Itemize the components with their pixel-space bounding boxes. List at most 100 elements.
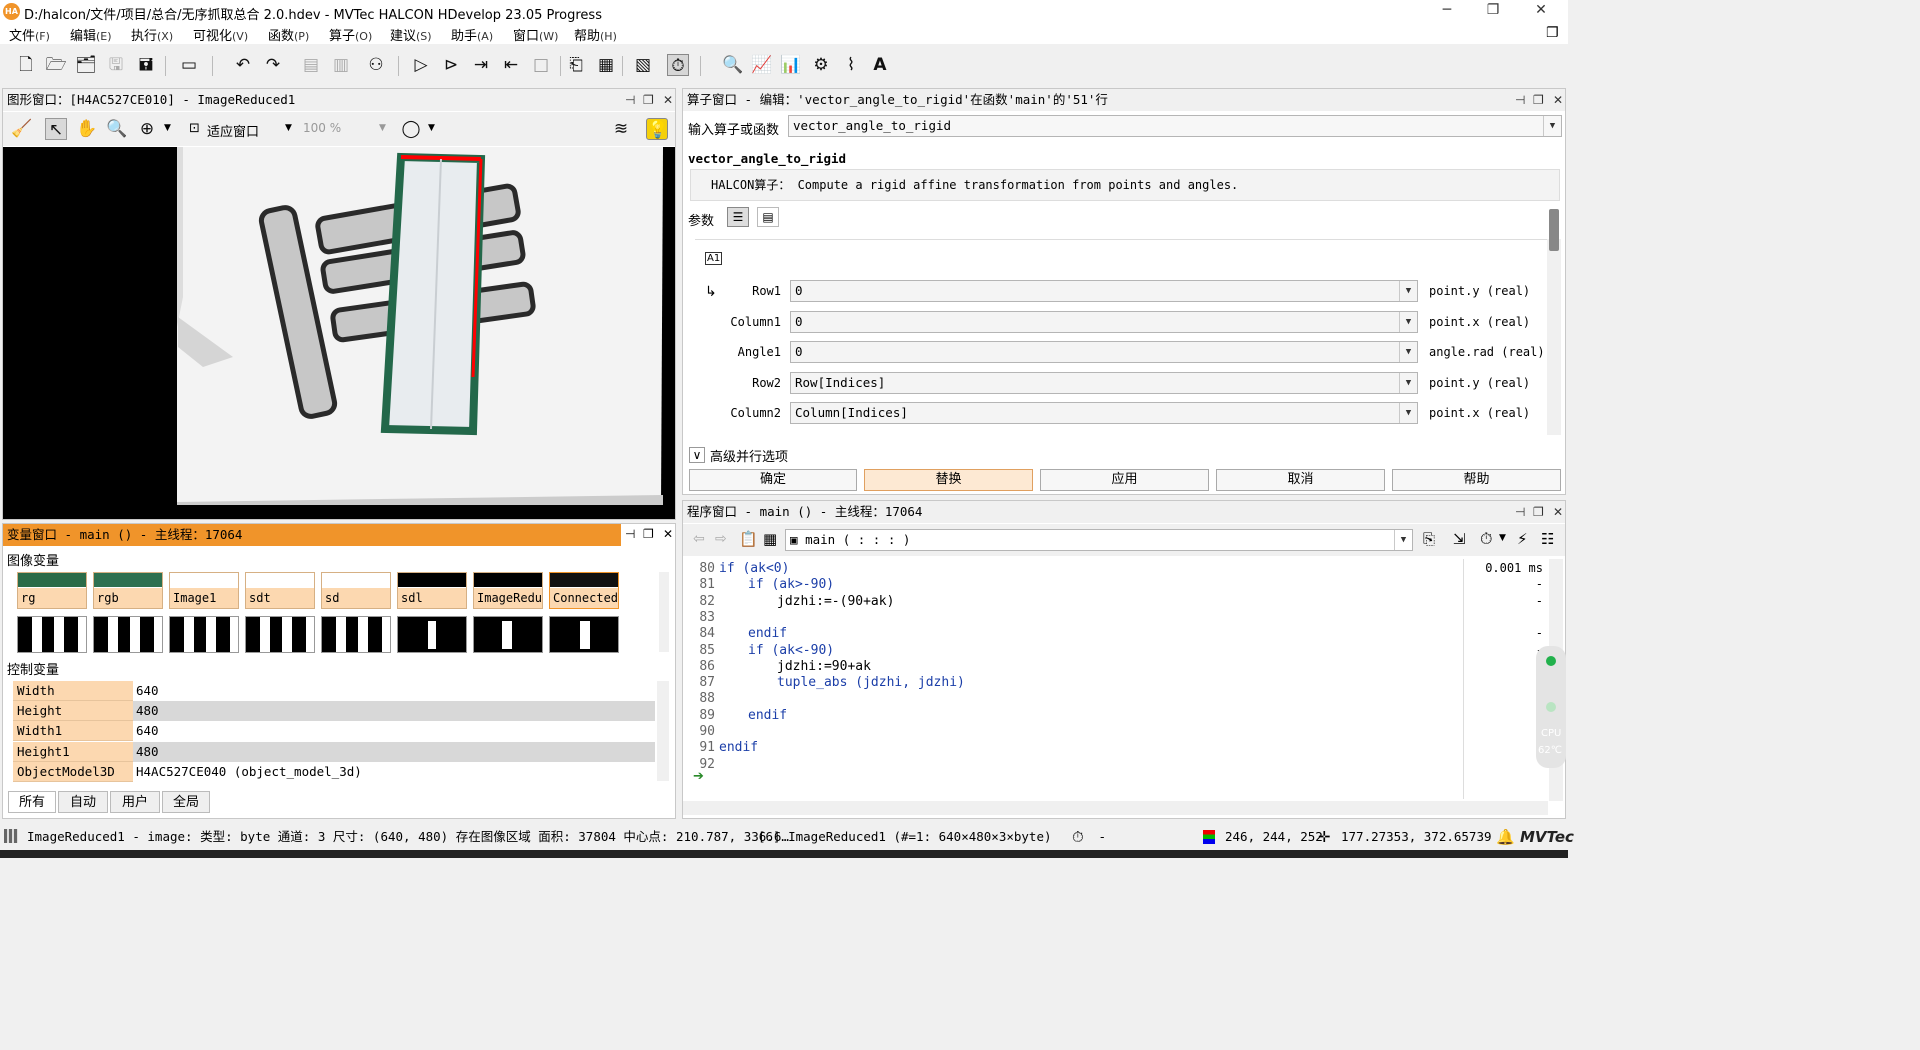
tab-auto[interactable]: 自动 [58,791,108,813]
cancel-button[interactable]: 取消 [1216,469,1385,491]
save-all-icon[interactable]: 🖬 [135,54,157,76]
apply-button[interactable]: 应用 [1040,469,1209,491]
menu-help[interactable]: 帮助(H) [574,25,617,44]
image-var-thumb[interactable]: sd [321,572,391,609]
deactivate-icon[interactable]: ▥ [330,54,352,76]
advanced-options[interactable]: 高级并行选项 [710,446,788,465]
image-var-thumb[interactable]: ImageReduc [473,572,543,609]
control-var-row[interactable]: Width1 640 [13,721,655,741]
params-scrollbar[interactable] [1547,209,1561,435]
undock-icon[interactable]: ❐ [643,527,654,541]
clipboard-icon[interactable]: 📋 [739,530,758,548]
code-line[interactable]: 87 tuple_abs (jdzhi, jdzhi) [687,675,1457,691]
list-icon[interactable]: ☷ [1541,530,1554,548]
param-column1-field[interactable]: 0 ▼ [790,311,1418,333]
tab-user[interactable]: 用户 [110,791,160,813]
image-var-thumb[interactable]: rgb [93,572,163,609]
back-icon[interactable]: ⇦ [693,531,705,547]
find-icon[interactable]: ⚇ [365,54,387,76]
code-line[interactable]: 92 [687,757,1457,773]
fit-window-icon[interactable]: ⊡ [189,121,200,136]
notification-icon[interactable]: 🔔 [1496,824,1515,850]
step-into-icon[interactable]: ⇥ [470,54,492,76]
chevron-down-icon[interactable]: ∨ [689,447,705,463]
procedure-select[interactable]: ▣ main ( : : : ) ▼ [785,529,1413,551]
control-var-row[interactable]: ObjectModel3D H4AC527CE040 (object_model_… [13,762,655,782]
open-recent-icon[interactable]: 🗂 [75,54,97,76]
control-var-row[interactable]: Height 480 [13,701,655,721]
help-button[interactable]: 帮助 [1392,469,1561,491]
chevron-down-icon[interactable]: ▼ [1399,403,1417,423]
pin-icon[interactable]: ⊣ [1515,501,1525,523]
chevron-down-icon[interactable]: ▼ [1394,530,1412,550]
code-line[interactable]: 86 jdzhi:=90+ak [687,659,1457,675]
close-button[interactable]: ✕ [1526,2,1556,18]
record-icon[interactable]: ▭ [178,54,200,76]
code-line[interactable]: 83 [687,610,1457,626]
image-var-thumb-bw[interactable] [321,616,391,653]
profiler-icon[interactable]: ⏱ [1480,529,1492,549]
line-profile-icon[interactable]: 📈 [751,54,773,76]
code-line[interactable]: 81 if (ak>-90) [687,577,1457,593]
menu-assistants[interactable]: 助手(A) [451,25,493,44]
tab-global[interactable]: 全局 [162,791,210,813]
code-line[interactable]: 89 endif [687,708,1457,724]
stop-icon[interactable]: □ [530,54,552,76]
image-vars-scrollbar[interactable] [659,572,669,652]
code-line[interactable]: 90 [687,724,1457,740]
menu-suggestions[interactable]: 建议(S) [390,25,432,44]
breakpoint-icon[interactable]: ⚡ [1517,530,1528,548]
code-line[interactable]: 82 jdzhi:=-(90+ak) [687,594,1457,610]
image-var-thumb-bw[interactable] [549,616,619,653]
image-var-thumb-bw[interactable] [17,616,87,653]
chevron-down-icon[interactable]: ▼ [1543,116,1561,136]
save-icon[interactable]: 🖫 [105,54,127,76]
menu-file[interactable]: 文件(F) [9,25,50,44]
image-var-thumb[interactable]: sdt [245,572,315,609]
image-var-thumb[interactable]: Image1 [169,572,239,609]
image-var-thumb-bw[interactable] [93,616,163,653]
lightbulb-icon[interactable]: 💡 [646,118,668,140]
menu-edit[interactable]: 编辑(E) [70,25,112,44]
feature-inspection-icon[interactable]: ⚙ [810,54,832,76]
new-file-icon[interactable]: 🗋 [15,54,37,76]
run-icon[interactable]: ▷ [410,54,432,76]
pin-icon[interactable]: ⊣ [1515,89,1525,111]
ocr-icon[interactable]: A [869,54,891,76]
image-var-thumb-bw[interactable] [397,616,467,653]
program-list-icon[interactable]: ▦ [595,54,617,76]
image-var-thumb-bw[interactable] [169,616,239,653]
step-over-icon[interactable]: ⊳ [440,54,462,76]
insert-icon[interactable]: ⇲ [1453,530,1466,548]
draw-shape-icon[interactable]: ◯ [400,118,422,140]
chevron-down-icon[interactable]: ▼ [1399,312,1417,332]
magnify-icon[interactable]: 🔍 [106,118,128,140]
pointer-icon[interactable]: ↖ [45,118,67,140]
image-var-thumb[interactable]: rg [17,572,87,609]
chevron-down-icon[interactable]: ▼ [1399,342,1417,362]
redo-icon[interactable]: ↷ [262,54,284,76]
param-angle1-field[interactable]: 0 ▼ [790,341,1418,363]
image-var-thumb[interactable]: sdl [397,572,467,609]
zoom-icon[interactable]: 🔍 [722,54,744,76]
chevron-down-icon[interactable]: ▼ [164,123,171,133]
grid-icon[interactable]: ▦ [763,530,777,548]
chevron-down-icon[interactable]: ▼ [1399,373,1417,393]
zoom-value[interactable]: 100 % [303,121,341,135]
table-view-icon[interactable]: ▤ [757,207,779,227]
code-line[interactable]: 80 if (ak<0) [687,561,1457,577]
fit-window-label[interactable]: 适应窗口 [207,121,259,140]
undo-icon[interactable]: ↶ [232,54,254,76]
forward-icon[interactable]: ⇨ [715,531,727,547]
code-hscrollbar[interactable] [683,801,1548,815]
histogram-icon[interactable]: 📊 [780,54,802,76]
menu-visualize[interactable]: 可视化(V) [193,25,248,44]
close-icon[interactable]: ✕ [663,89,673,111]
maximize-button[interactable]: ❐ [1478,2,1508,18]
image-canvas[interactable] [3,147,675,519]
chevron-down-icon[interactable]: ▼ [379,123,386,133]
open-file-icon[interactable]: 🗁 [45,54,67,76]
pan-icon[interactable]: ✋ [76,118,98,140]
control-vars-scrollbar[interactable] [657,681,669,781]
activate-icon[interactable]: ▤ [300,54,322,76]
